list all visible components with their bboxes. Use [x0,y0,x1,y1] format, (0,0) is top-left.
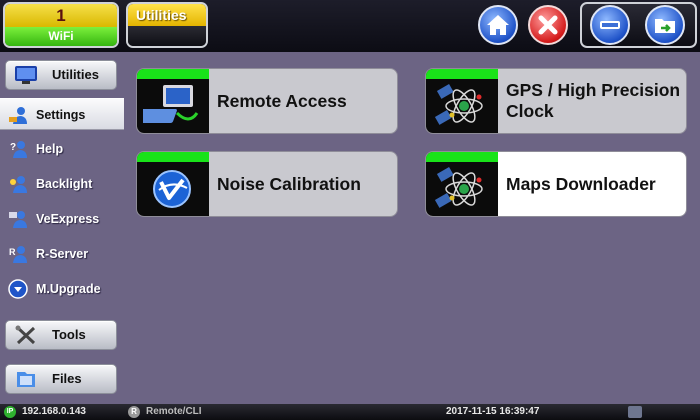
settings-user-icon [9,107,27,124]
close-button[interactable] [528,5,568,45]
files-icon [17,372,35,387]
maps-downloader-card[interactable]: Maps Downloader [425,151,687,217]
sidebar-item-label: VeExpress [36,212,100,226]
r-server-icon: R [9,246,27,263]
sidebar-tools-button[interactable]: Tools [5,320,117,350]
page-title: Utilities [128,4,206,26]
tools-icon [15,325,36,345]
noise-calibration-icon [153,170,191,208]
card-label: Maps Downloader [506,173,656,194]
gps-satellite-icon [434,84,483,125]
sidebar-utilities-button[interactable]: Utilities [5,60,117,90]
home-button[interactable] [478,5,518,45]
sidebar-item-m-upgrade[interactable]: M.Upgrade [0,273,124,305]
sidebar-item-label: Help [36,142,64,156]
status-bar: IP 192.168.0.143 R Remote/CLI 2017-11-15… [0,404,700,420]
home-icon [487,15,509,35]
card-status-strip [426,152,498,162]
monitor-icon [15,66,37,84]
top-bar: 1 WiFi Utilities [0,0,700,52]
page-title-tab: Utilities [126,2,208,48]
sidebar-item-settings[interactable]: Settings [0,98,124,130]
sidebar-files-button[interactable]: Files [5,364,117,394]
wifi-channel: 1 [5,4,117,27]
card-label: Noise Calibration [217,173,361,194]
sidebar-item-backlight[interactable]: Backlight [0,168,124,200]
sidebar-item-label: M.Upgrade [36,282,101,296]
svg-text:?: ? [10,142,16,153]
veexpress-icon [9,211,27,228]
card-status-strip [137,152,209,162]
wifi-status[interactable]: 1 WiFi [3,2,119,48]
sidebar-item-veexpress[interactable]: VeExpress [0,203,124,235]
backlight-icon [10,176,27,193]
remote-status: Remote/CLI [146,406,202,417]
svg-text:R: R [9,247,16,257]
upgrade-icon [8,279,28,299]
remote-access-icon [143,85,199,123]
sidebar-item-label: R-Server [36,247,89,261]
remote-access-card[interactable]: Remote Access [136,68,398,134]
gps-clock-card[interactable]: GPS / High Precision Clock [425,68,687,134]
remote-icon: R [128,406,140,418]
ip-address: 192.168.0.143 [22,406,86,417]
close-icon [538,15,558,35]
help-icon: ? [10,141,27,158]
date-time: 2017-11-15 16:39:47 [446,406,540,417]
maps-satellite-icon [434,167,483,208]
card-status-strip [137,69,209,79]
sidebar-files-label: Files [52,371,82,386]
ip-icon: IP [4,406,16,418]
folder-arrow-icon [655,19,675,33]
menu-button[interactable] [590,5,630,45]
sidebar-item-r-server[interactable]: R R-Server [0,238,124,270]
sidebar-tools-label: Tools [52,327,86,342]
noise-calibration-card[interactable]: Noise Calibration [136,151,398,217]
wifi-label: WiFi [5,27,117,46]
sidebar-item-help[interactable]: ? Help [0,133,124,165]
card-label: GPS / High Precision Clock [506,80,681,121]
main-panel: Remote Access GPS / High Precision Clock [124,52,700,404]
sidebar-utilities-label: Utilities [52,67,99,82]
menu-bar-icon [600,21,620,29]
card-label: Remote Access [217,90,347,111]
screen-icon[interactable] [628,406,642,418]
folder-button[interactable] [645,5,685,45]
sidebar-item-label: Settings [36,108,86,122]
sidebar: Utilities Settings ? Help Backlight VeEx… [0,52,124,404]
sidebar-item-label: Backlight [36,177,93,191]
card-status-strip [426,69,498,79]
